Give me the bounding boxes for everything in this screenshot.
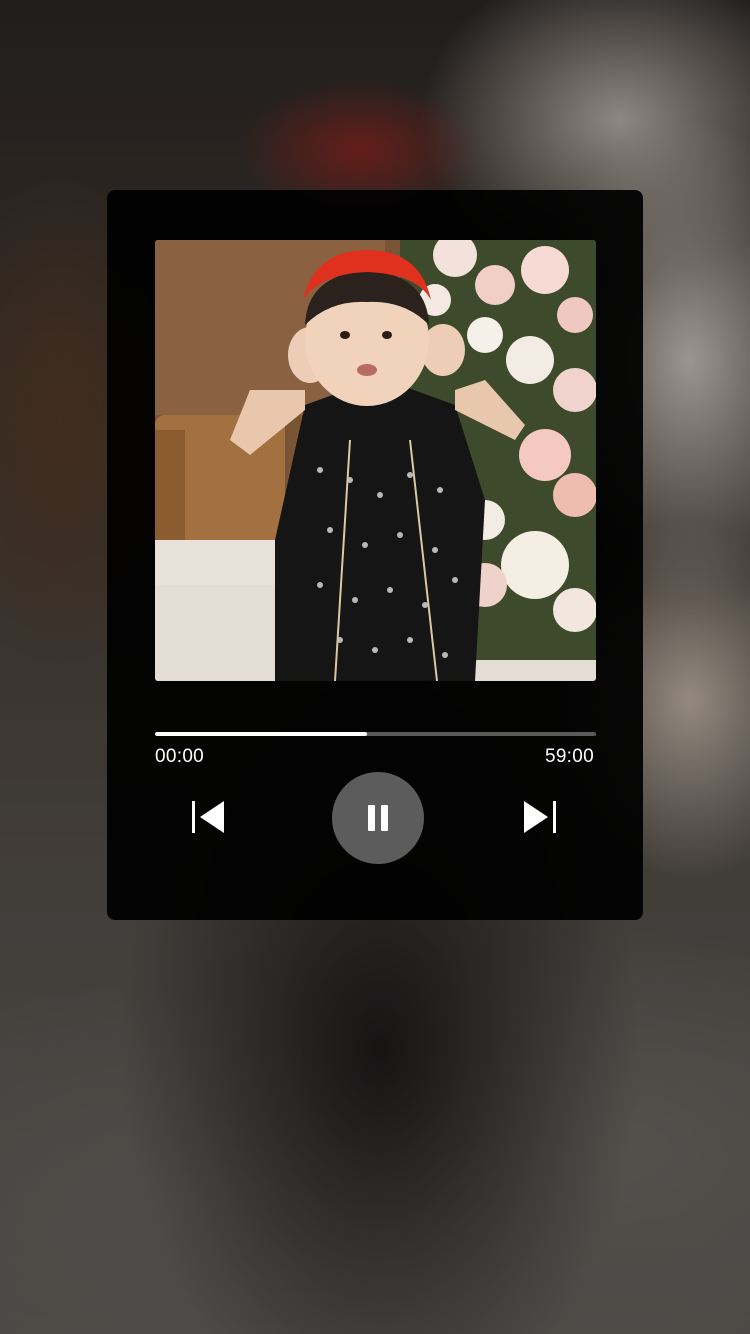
total-duration: 59:00 (544, 746, 594, 767)
skip-previous-icon (192, 801, 224, 833)
elapsed-time: 00:00 (155, 746, 205, 767)
skip-next-icon (524, 801, 556, 833)
progress-bar[interactable] (155, 732, 596, 736)
player-card: 00:00 59:00 (107, 190, 643, 920)
previous-track-button[interactable] (185, 794, 231, 840)
music-player-screen: 00:00 59:00 (0, 0, 750, 1334)
album-art-image (155, 240, 596, 681)
next-track-button[interactable] (517, 794, 563, 840)
pause-icon (368, 805, 388, 831)
pause-button[interactable] (332, 772, 424, 864)
progress-bar-fill (155, 732, 367, 736)
